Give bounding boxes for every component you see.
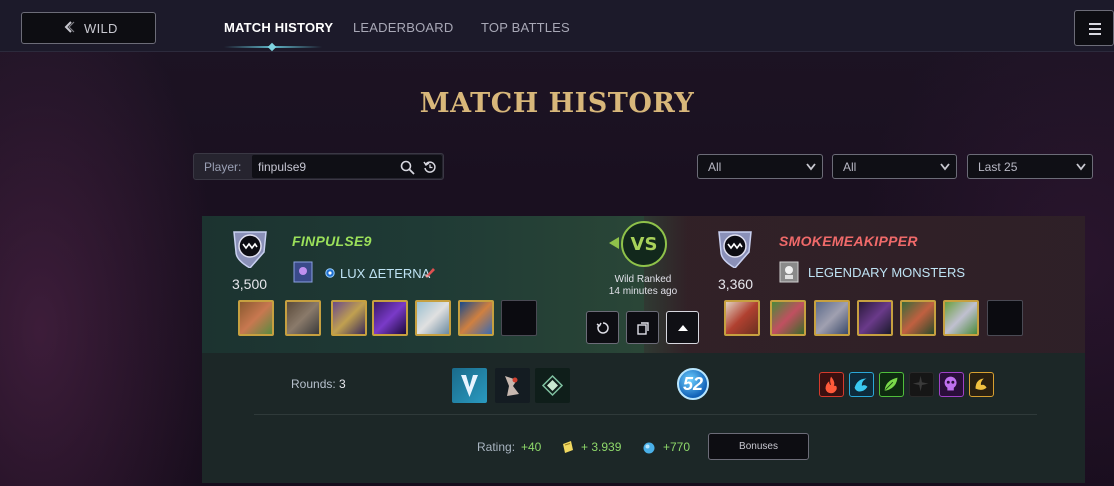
format-select[interactable]: All bbox=[697, 154, 823, 179]
water-icon bbox=[854, 378, 868, 392]
splinter-fire-icon[interactable] bbox=[819, 372, 844, 397]
guild-banner-icon bbox=[779, 261, 799, 283]
diamond-rule-icon bbox=[541, 374, 564, 397]
league-shield-icon bbox=[718, 231, 752, 268]
dec-reward: + 3.939 bbox=[581, 440, 622, 454]
empty-card-slot bbox=[987, 300, 1023, 336]
splinter-death-icon[interactable] bbox=[939, 372, 964, 397]
chevron-down-icon bbox=[806, 163, 816, 171]
guild-hall-icon bbox=[425, 268, 435, 278]
menu-icon bbox=[1089, 28, 1101, 30]
rounds-info: Rounds: 3 bbox=[291, 377, 346, 391]
copy-icon bbox=[637, 322, 649, 335]
replay-icon bbox=[596, 322, 609, 334]
guild-banner-icon bbox=[293, 261, 313, 283]
player1-guild-name[interactable]: LUX ΔETERNA bbox=[340, 266, 430, 281]
monster-card[interactable] bbox=[372, 300, 408, 336]
ruleset-icon[interactable] bbox=[495, 368, 530, 403]
rounds-value: 3 bbox=[339, 377, 346, 391]
splinter-water-icon[interactable] bbox=[849, 372, 874, 397]
divider bbox=[254, 414, 1037, 415]
format-select-value: All bbox=[708, 160, 722, 174]
back-to-wild-button[interactable]: WILD bbox=[21, 12, 156, 44]
monster-card[interactable] bbox=[770, 300, 806, 336]
player-label: Player: bbox=[204, 160, 242, 174]
player2-name[interactable]: SMOKEMEAKIPPER bbox=[779, 233, 918, 249]
menu-icon bbox=[1089, 23, 1101, 25]
chevron-up-icon bbox=[678, 325, 688, 331]
player1-rating: 3,500 bbox=[232, 276, 268, 292]
vs-badge: VS bbox=[621, 221, 667, 267]
mode-select-value: All bbox=[843, 160, 857, 174]
ruleset-vampirism-icon[interactable] bbox=[452, 368, 487, 403]
reset-history-icon[interactable] bbox=[423, 160, 437, 174]
back-label: WILD bbox=[84, 20, 118, 36]
count-select-value: Last 25 bbox=[978, 160, 1018, 174]
monster-card[interactable] bbox=[458, 300, 494, 336]
splinter-earth-icon[interactable] bbox=[879, 372, 904, 397]
mana-cap-badge: 52 bbox=[677, 368, 709, 400]
player1-name[interactable]: FINPULSE9 bbox=[292, 233, 372, 249]
dec-icon bbox=[563, 441, 573, 453]
rating-label: Rating: bbox=[477, 440, 516, 454]
dragon-icon bbox=[975, 378, 987, 390]
monster-card[interactable] bbox=[331, 300, 367, 336]
neutral-icon bbox=[912, 375, 929, 392]
sps-reward: +770 bbox=[663, 440, 691, 454]
fire-icon bbox=[825, 376, 837, 394]
tab-match-history[interactable]: MATCH HISTORY bbox=[224, 20, 333, 35]
bird-rule-icon bbox=[505, 376, 519, 396]
replay-button[interactable] bbox=[586, 311, 619, 344]
empty-card-slot bbox=[501, 300, 537, 336]
monster-card-summoner[interactable] bbox=[724, 300, 760, 336]
winner-arrow-icon bbox=[609, 237, 619, 249]
battle-card: 3,500 FINPULSE9 LUX ΔETERNA VS Wild Rank… bbox=[202, 216, 1085, 483]
player2-guild-name[interactable]: LEGENDARY MONSTERS bbox=[808, 265, 965, 280]
rounds-label: Rounds: bbox=[291, 377, 336, 391]
monster-card[interactable] bbox=[285, 300, 321, 336]
tab-leaderboard[interactable]: LEADERBOARD bbox=[353, 20, 453, 35]
rating-change: +40 bbox=[521, 440, 542, 454]
collapse-details-button[interactable] bbox=[666, 311, 699, 344]
player2-rating: 3,360 bbox=[718, 276, 754, 292]
chevron-down-icon bbox=[940, 163, 950, 171]
match-type: Wild Ranked bbox=[614, 274, 672, 285]
earth-icon bbox=[884, 377, 898, 391]
mode-select[interactable]: All bbox=[832, 154, 957, 179]
monster-card[interactable] bbox=[857, 300, 893, 336]
search-icon[interactable] bbox=[400, 160, 415, 175]
menu-button[interactable] bbox=[1074, 10, 1114, 46]
chevron-left-icon bbox=[64, 21, 75, 33]
bonuses-button[interactable]: Bonuses bbox=[708, 433, 809, 460]
tab-top-battles[interactable]: TOP BATTLES bbox=[481, 20, 570, 35]
player-filter: Player: bbox=[193, 153, 444, 180]
page-title: MATCH HISTORY bbox=[419, 88, 695, 119]
league-shield-icon bbox=[233, 231, 267, 268]
top-nav: WILD MATCH HISTORY LEADERBOARD TOP BATTL… bbox=[0, 0, 1114, 52]
active-tab-dot bbox=[267, 42, 277, 52]
count-select[interactable]: Last 25 bbox=[967, 154, 1093, 179]
copy-link-button[interactable] bbox=[626, 311, 659, 344]
match-time: 14 minutes ago bbox=[608, 286, 678, 297]
sps-icon bbox=[643, 442, 655, 454]
monster-card[interactable] bbox=[415, 300, 451, 336]
splinter-neutral-icon[interactable] bbox=[909, 372, 934, 397]
menu-icon bbox=[1089, 33, 1101, 35]
death-icon bbox=[944, 376, 957, 391]
monster-card-summoner[interactable] bbox=[238, 300, 274, 336]
brawl-status-icon bbox=[325, 268, 335, 278]
monster-card[interactable] bbox=[943, 300, 979, 336]
monster-card[interactable] bbox=[900, 300, 936, 336]
chevron-down-icon bbox=[1076, 163, 1086, 171]
ruleset-icon[interactable] bbox=[535, 368, 570, 403]
v-rule-icon bbox=[461, 375, 478, 397]
splinter-dragon-icon[interactable] bbox=[969, 372, 994, 397]
monster-card[interactable] bbox=[814, 300, 850, 336]
